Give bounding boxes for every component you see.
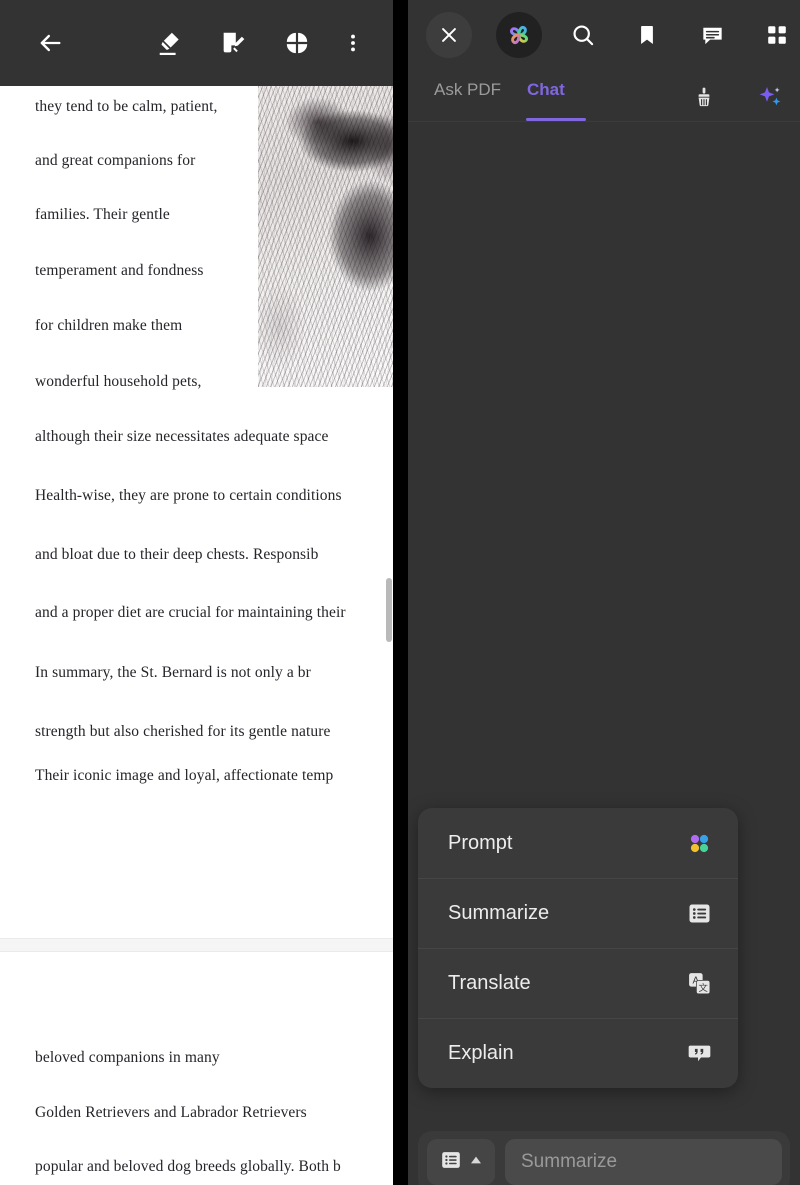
pdf-page-1: they tend to be calm, patient, and great… (0, 86, 393, 938)
menu-item-explain[interactable]: Explain (418, 1018, 738, 1088)
comment-icon[interactable] (695, 18, 729, 52)
pdf-scrollbar[interactable] (385, 86, 393, 1185)
doc-line: families. Their gentle (35, 206, 170, 223)
doc-line: and great companions for (35, 152, 196, 169)
chat-panel-header (408, 0, 800, 70)
chat-tab-bar: Ask PDF Chat (408, 70, 800, 122)
app-root: they tend to be calm, patient, and great… (0, 0, 800, 1185)
pdf-page-2: beloved companions in many Golden Retrie… (0, 952, 393, 1185)
tab-chat[interactable]: Chat (527, 80, 565, 100)
chevron-up-icon (469, 1153, 483, 1172)
list-summary-icon (440, 1149, 462, 1176)
doc-line: they tend to be calm, patient, (35, 98, 218, 115)
doc-line: Their iconic image and loyal, affectiona… (35, 767, 334, 784)
chat-prompt-input[interactable] (505, 1139, 782, 1185)
doc-line: and a proper diet are crucial for mainta… (35, 604, 346, 621)
pdf-scrollbar-thumb[interactable] (386, 578, 392, 642)
back-arrow-icon[interactable] (33, 26, 67, 60)
doc-line: although their size necessitates adequat… (35, 428, 329, 445)
chat-composer (418, 1131, 790, 1185)
highlighter-icon[interactable] (153, 26, 187, 60)
pdf-scroll-area[interactable]: they tend to be calm, patient, and great… (0, 86, 393, 1185)
ai-chat-panel: Ask PDF Chat Prompt Summarize Translate … (408, 0, 800, 1185)
bookmark-icon[interactable] (630, 18, 664, 52)
menu-item-summarize[interactable]: Summarize (418, 878, 738, 948)
svg-text:文: 文 (698, 982, 708, 993)
broom-clear-icon[interactable] (689, 82, 719, 112)
translate-icon: A 文 (686, 971, 712, 997)
pdf-toolbar (0, 0, 393, 86)
doc-line: popular and beloved dog breeds globally.… (35, 1158, 341, 1175)
menu-item-label: Prompt (448, 831, 513, 854)
ai-assistant-logo-icon[interactable] (496, 12, 542, 58)
menu-item-label: Explain (448, 1042, 514, 1064)
mode-selector-button[interactable] (427, 1139, 495, 1185)
doc-line: and bloat due to their deep chests. Resp… (35, 546, 319, 563)
menu-item-prompt[interactable]: Prompt (418, 808, 738, 878)
document-dog-photo (258, 86, 393, 387)
doc-line: for children make them (35, 317, 183, 334)
menu-item-label: Translate (448, 972, 531, 994)
grid-four-icon[interactable] (280, 26, 314, 60)
doc-line: wonderful household pets, (35, 373, 202, 390)
list-summary-icon (686, 901, 712, 927)
search-icon[interactable] (566, 18, 600, 52)
pane-divider (393, 0, 408, 1185)
quick-action-menu: Prompt Summarize Translate A 文 Explain (418, 808, 738, 1088)
more-vertical-icon[interactable] (336, 26, 370, 60)
doc-line: In summary, the St. Bernard is not only … (35, 664, 311, 681)
doc-line: Golden Retrievers and Labrador Retriever… (35, 1104, 307, 1121)
four-color-dots-icon (686, 830, 712, 856)
doc-line: strength but also cherished for its gent… (35, 723, 331, 740)
tab-ask-pdf[interactable]: Ask PDF (434, 80, 501, 100)
sparkle-ai-icon[interactable] (755, 82, 785, 112)
menu-item-translate[interactable]: Translate A 文 (418, 948, 738, 1018)
doc-line: temperament and fondness (35, 262, 204, 279)
close-icon[interactable] (426, 12, 472, 58)
pdf-page-separator (0, 938, 393, 952)
menu-item-label: Summarize (448, 902, 550, 924)
doc-line: beloved companions in many (35, 1049, 220, 1066)
pdf-reader-pane: they tend to be calm, patient, and great… (0, 0, 393, 1185)
note-edit-icon[interactable] (216, 26, 250, 60)
quote-bubble-icon (686, 1041, 712, 1067)
active-tab-indicator (526, 118, 586, 121)
chat-message-area: Prompt Summarize Translate A 文 Explain S… (408, 123, 800, 1185)
doc-line: Health-wise, they are prone to certain c… (35, 487, 342, 504)
grid-apps-icon[interactable] (760, 18, 794, 52)
